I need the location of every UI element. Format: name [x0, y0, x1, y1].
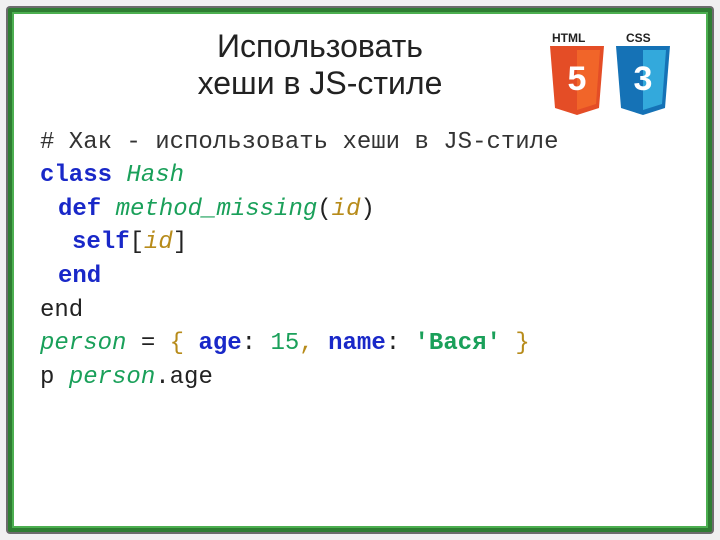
var-person-2: person [69, 364, 155, 391]
slide-frame: HTML 5 CSS 3 Использовать хеши в JS-стил… [8, 8, 712, 532]
title-line-2: хеши в JS-стиле [198, 65, 443, 101]
close-brace: } [501, 330, 530, 357]
colon-1: : [242, 330, 271, 357]
keyword-def: def [58, 196, 101, 223]
keyword-class: class [40, 162, 112, 189]
open-brace: { [170, 330, 199, 357]
colon-2: : [386, 330, 415, 357]
dot: . [155, 364, 169, 391]
var-person-1: person [40, 330, 126, 357]
equals: = [126, 330, 169, 357]
class-name: Hash [126, 162, 184, 189]
html5-icon: HTML 5 [546, 30, 608, 118]
value-name: 'Вася' [415, 330, 501, 357]
keyword-end-inner: end [58, 263, 101, 290]
logo-badges: HTML 5 CSS 3 [546, 30, 674, 118]
p-call: p [40, 364, 69, 391]
method-name: method_missing [116, 196, 318, 223]
html-label: HTML [552, 31, 585, 45]
css-label: CSS [626, 31, 651, 45]
code-comment: # Хак - использовать хеши в JS-стиле [40, 129, 558, 156]
css3-icon: CSS 3 [612, 30, 674, 118]
keyword-self: self [72, 229, 130, 256]
title-line-1: Использовать [217, 28, 423, 64]
value-age: 15 [270, 330, 299, 357]
key-age: age [198, 330, 241, 357]
param-id-2: id [144, 229, 173, 256]
key-name: name [328, 330, 386, 357]
param-id-1: id [332, 196, 361, 223]
end-outer: end [40, 297, 83, 324]
html5-number: 5 [568, 60, 587, 98]
attr-age: age [170, 364, 213, 391]
css3-number: 3 [634, 60, 653, 98]
comma: , [299, 330, 328, 357]
code-block: # Хак - использовать хеши в JS-стиле cla… [40, 126, 680, 395]
